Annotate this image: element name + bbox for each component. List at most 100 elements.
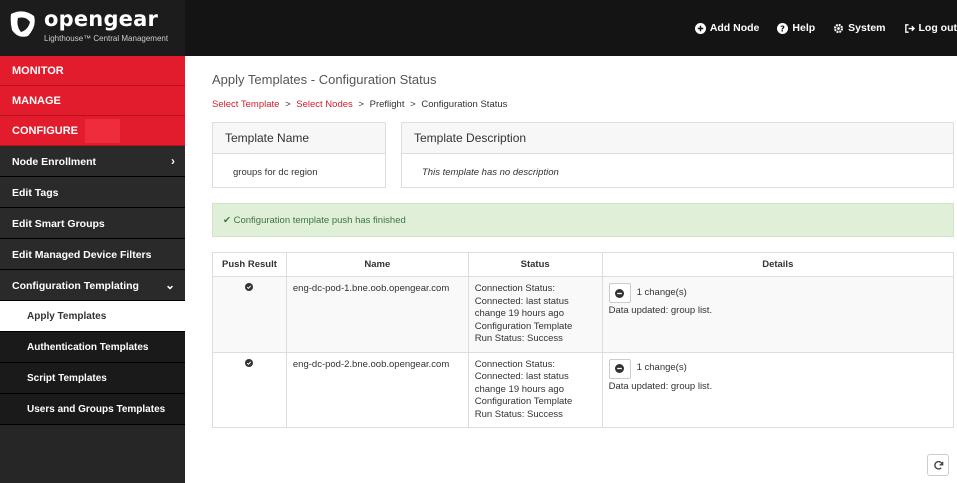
push-result-cell	[212, 276, 287, 353]
change-row: 1 change(s)	[608, 358, 947, 379]
help-label: Help	[792, 22, 816, 34]
sidebar-item-configuration-templating[interactable]: Configuration Templating ⌄	[0, 270, 185, 301]
sidebar-item-edit-smart-groups[interactable]: Edit Smart Groups	[0, 208, 185, 239]
node-name: eng-dc-pod-1.bne.oob.opengear.com	[285, 276, 469, 353]
status-cell: Connection Status: Connected: last statu…	[467, 276, 603, 353]
sidebar-section-monitor[interactable]: MONITOR	[0, 56, 185, 86]
sidebar-item-label: Node Enrollment	[12, 156, 97, 168]
main-content: Apply Templates - Configuration Status S…	[185, 56, 957, 483]
success-alert: ✔ Configuration template push has finish…	[212, 203, 954, 237]
column-header-status: Status	[467, 252, 603, 277]
status-line: Configuration Template	[474, 320, 573, 332]
svg-text:?: ?	[780, 23, 785, 33]
success-check-circle-icon	[245, 358, 254, 367]
page-title: Apply Templates - Configuration Status	[212, 72, 437, 87]
column-header-details: Details	[601, 252, 955, 277]
logout-button[interactable]: Log out	[904, 22, 957, 34]
sidebar-item-label: Configuration Templating	[12, 280, 139, 292]
minus-circle-icon	[615, 364, 625, 373]
sidebar-item-edit-tags[interactable]: Edit Tags	[0, 177, 185, 208]
check-icon: ✔	[223, 215, 231, 226]
opengear-logo-icon	[10, 11, 35, 37]
sidebar-subitem-authentication-templates[interactable]: Authentication Templates	[0, 332, 185, 363]
chevron-down-icon: ⌄	[164, 278, 175, 292]
breadcrumb-configuration-status: Configuration Status	[421, 99, 508, 110]
top-bar: opengear Lighthouse™ Central Management …	[0, 0, 957, 56]
template-name-panel: Template Name groups for dc region	[212, 122, 386, 188]
sidebar-subitem-apply-templates[interactable]: Apply Templates	[0, 301, 185, 332]
breadcrumb-select-template[interactable]: Select Template	[212, 99, 279, 110]
status-line: Configuration Template	[474, 396, 573, 407]
template-name-header: Template Name	[213, 123, 385, 154]
status-line: change 19 hours ago	[474, 383, 565, 395]
status-line: Run Status: Success	[474, 333, 563, 344]
help-button[interactable]: ? Help	[777, 22, 815, 34]
sidebar-item-label: Edit Smart Groups	[12, 218, 105, 230]
minus-circle-icon	[615, 288, 625, 298]
change-row: 1 change(s)	[608, 283, 947, 303]
push-results-table: Push Result Name Status Details eng-dc-p…	[212, 252, 955, 428]
sidebar-item-label: Edit Tags	[12, 187, 59, 199]
template-description-value: This template has no description	[422, 167, 559, 178]
breadcrumb: Select Template > Select Nodes > Preflig…	[212, 99, 507, 110]
system-button[interactable]: System	[833, 22, 886, 34]
sidebar-subitem-users-groups-templates[interactable]: Users and Groups Templates	[0, 394, 185, 425]
status-line: Connected: last status	[474, 371, 569, 382]
breadcrumb-separator: >	[358, 99, 364, 110]
column-header-push-result: Push Result	[212, 252, 287, 277]
details-text: Data updated: group list.	[608, 305, 713, 316]
sign-out-icon	[904, 23, 915, 33]
add-node-label: Add Node	[709, 22, 760, 34]
status-cell: Connection Status: Connected: last statu…	[467, 351, 603, 428]
status-line: change 19 hours ago	[474, 308, 565, 319]
table-header-row: Push Result Name Status Details	[212, 252, 955, 277]
details-cell: 1 change(s) Data updated: group list.	[601, 351, 955, 428]
status-line: Connection Status:	[474, 283, 556, 294]
refresh-icon	[933, 460, 943, 470]
top-nav: Add Node ? Help System Log out	[677, 0, 957, 56]
template-name-value: groups for dc region	[233, 167, 318, 178]
system-label: System	[848, 22, 886, 34]
status-line: Connected: last status	[474, 295, 569, 307]
sidebar-item-node-enrollment[interactable]: Node Enrollment ›	[0, 146, 185, 177]
add-node-button[interactable]: Add Node	[694, 22, 760, 34]
collapse-changes-button[interactable]	[608, 358, 631, 379]
column-header-name: Name	[285, 252, 469, 277]
chevron-right-icon: ›	[171, 154, 175, 168]
details-cell: 1 change(s) Data updated: group list.	[601, 276, 955, 353]
sidebar-subitem-script-templates[interactable]: Script Templates	[0, 363, 185, 394]
section-highlight	[85, 119, 120, 143]
breadcrumb-separator: >	[410, 99, 416, 110]
status-line: Run Status: Success	[474, 408, 563, 420]
details-text: Data updated: group list.	[608, 380, 713, 392]
node-name: eng-dc-pod-2.bne.oob.opengear.com	[285, 351, 469, 428]
breadcrumb-separator: >	[285, 99, 291, 110]
sidebar-section-manage[interactable]: MANAGE	[0, 86, 185, 116]
sidebar-item-edit-managed-device-filters[interactable]: Edit Managed Device Filters	[0, 239, 185, 270]
alert-text: Configuration template push has finished	[233, 215, 406, 226]
change-count: 1 change(s)	[636, 362, 687, 374]
push-result-cell	[212, 351, 287, 428]
plus-circle-icon	[694, 22, 706, 34]
sidebar-section-configure[interactable]: CONFIGURE	[0, 116, 185, 146]
refresh-button[interactable]	[927, 454, 949, 476]
sidebar-item-label: Edit Managed Device Filters	[12, 249, 152, 261]
brand[interactable]: opengear Lighthouse™ Central Management	[0, 0, 185, 56]
table-row: eng-dc-pod-2.bne.oob.opengear.com Connec…	[212, 351, 955, 428]
gear-icon	[834, 23, 844, 33]
breadcrumb-preflight: Preflight	[369, 99, 405, 110]
breadcrumb-select-nodes[interactable]: Select Nodes	[296, 99, 353, 110]
logout-label: Log out	[918, 22, 957, 34]
brand-name: opengear	[44, 7, 159, 31]
template-description-panel: Template Description This template has n…	[401, 122, 954, 188]
sidebar: MONITOR MANAGE CONFIGURE Node Enrollment…	[0, 56, 185, 483]
question-circle-icon: ?	[777, 22, 789, 34]
template-description-header: Template Description	[402, 123, 953, 154]
success-check-circle-icon	[245, 283, 254, 291]
status-line: Connection Status:	[474, 358, 556, 370]
change-count: 1 change(s)	[636, 286, 687, 298]
brand-subtitle: Lighthouse™ Central Management	[44, 34, 169, 43]
collapse-changes-button[interactable]	[608, 283, 631, 303]
table-row: eng-dc-pod-1.bne.oob.opengear.com Connec…	[212, 276, 955, 353]
sidebar-section-configure-label: CONFIGURE	[12, 125, 78, 137]
